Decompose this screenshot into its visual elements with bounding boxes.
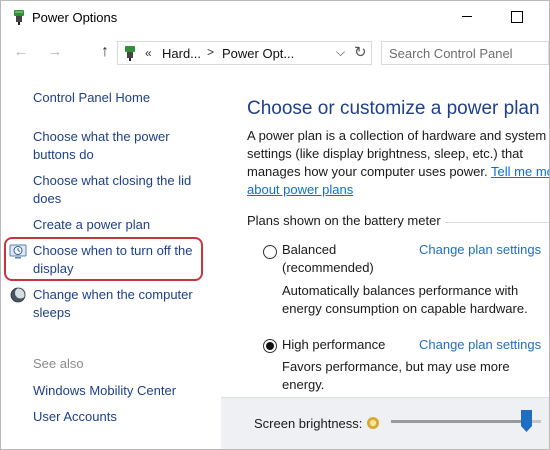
plan-description-line: energy consumption on capable hardware.: [282, 301, 528, 316]
sidebar-item-closing-lid[interactable]: Choose what closing the lid does: [33, 172, 191, 208]
title-bar: Power Options: [1, 1, 549, 35]
search-input[interactable]: [389, 43, 549, 63]
page-description: A power plan is a collection of hardware…: [247, 127, 549, 199]
power-options-window: Power Options ← → ↑ « Hard... > Power Op…: [0, 0, 550, 450]
brightness-slider-fill: [391, 420, 526, 423]
left-navigation-pane: Control Panel Home Choose what the power…: [1, 71, 221, 449]
sidebar-item-computer-sleeps[interactable]: Change when the computer sleeps: [33, 286, 193, 322]
plan-name-label: Balanced: [282, 242, 337, 257]
maximize-button[interactable]: [505, 5, 527, 27]
forward-arrow-icon[interactable]: →: [45, 41, 65, 63]
minimize-button[interactable]: [457, 5, 479, 27]
plan-subtitle: (recommended): [282, 260, 374, 275]
breadcrumb-separator[interactable]: >: [207, 45, 214, 59]
brightness-bar: Screen brightness:: [221, 397, 549, 449]
refresh-icon[interactable]: ↻: [354, 43, 367, 61]
brightness-slider-thumb[interactable]: [520, 410, 532, 432]
plan-description-line: energy.: [282, 377, 325, 392]
plan-description-line: Automatically balances performance with: [282, 283, 519, 298]
main-content-pane: Choose or customize a power plan A power…: [221, 71, 549, 449]
sidebar-item-label: does: [33, 191, 62, 206]
up-arrow-icon[interactable]: ↑: [95, 41, 115, 63]
high-performance-change-plan-settings-link[interactable]: Change plan settings: [419, 337, 541, 352]
brightness-slider-track[interactable]: [391, 420, 541, 423]
high-performance-plan-description: Favors performance, but may use more ene…: [282, 358, 542, 394]
sidebar-item-label: Choose what closing the lid: [33, 173, 192, 188]
sidebar-item-label: Create a power plan: [33, 217, 151, 232]
search-box[interactable]: [381, 41, 549, 65]
user-accounts-link[interactable]: User Accounts: [33, 408, 117, 426]
highlight-annotation: [4, 237, 203, 281]
plans-section-heading: Plans shown on the battery meter: [247, 213, 441, 228]
window-title: Power Options: [32, 10, 118, 25]
plan-name-label: High performance: [282, 337, 386, 352]
screen-brightness-label: Screen brightness:: [254, 416, 363, 431]
control-panel-icon: [125, 46, 135, 61]
address-bar[interactable]: « Hard... > Power Opt... ⌵ ↻: [117, 41, 372, 65]
moon-icon: [10, 287, 26, 303]
sidebar-item-power-buttons[interactable]: Choose what the power buttons do: [33, 128, 170, 164]
navigation-bar: ← → ↑ « Hard... > Power Opt... ⌵ ↻: [1, 37, 549, 69]
control-panel-home-link[interactable]: Control Panel Home: [33, 89, 150, 107]
high-performance-plan-radio[interactable]: [263, 339, 277, 353]
balanced-plan-description: Automatically balances performance with …: [282, 282, 542, 318]
address-overflow-chevrons[interactable]: «: [145, 46, 152, 60]
balanced-plan-radio[interactable]: [263, 245, 277, 259]
balanced-change-plan-settings-link[interactable]: Change plan settings: [419, 242, 541, 257]
high-performance-plan-name[interactable]: High performance: [282, 336, 385, 354]
sidebar-item-label: sleeps: [33, 305, 71, 320]
breadcrumb-power-options[interactable]: Power Opt...: [222, 46, 294, 61]
power-options-icon: [14, 10, 24, 25]
sidebar-item-label: Change when the computer: [33, 287, 193, 302]
page-title: Choose or customize a power plan: [247, 98, 540, 119]
brightness-sun-icon: [367, 417, 379, 429]
sidebar-item-create-plan[interactable]: Create a power plan: [33, 216, 150, 234]
section-divider: [445, 222, 549, 223]
sidebar-item-label: Choose what the power: [33, 129, 170, 144]
sidebar-item-label: buttons do: [33, 147, 94, 162]
windows-mobility-center-link[interactable]: Windows Mobility Center: [33, 382, 176, 400]
back-arrow-icon[interactable]: ←: [11, 41, 31, 63]
balanced-plan-name[interactable]: Balanced (recommended): [282, 241, 374, 277]
see-also-heading: See also: [33, 356, 84, 371]
breadcrumb-hardware[interactable]: Hard...: [162, 46, 201, 61]
address-dropdown-icon[interactable]: ⌵: [336, 45, 345, 60]
plan-description-line: Favors performance, but may use more: [282, 359, 510, 374]
